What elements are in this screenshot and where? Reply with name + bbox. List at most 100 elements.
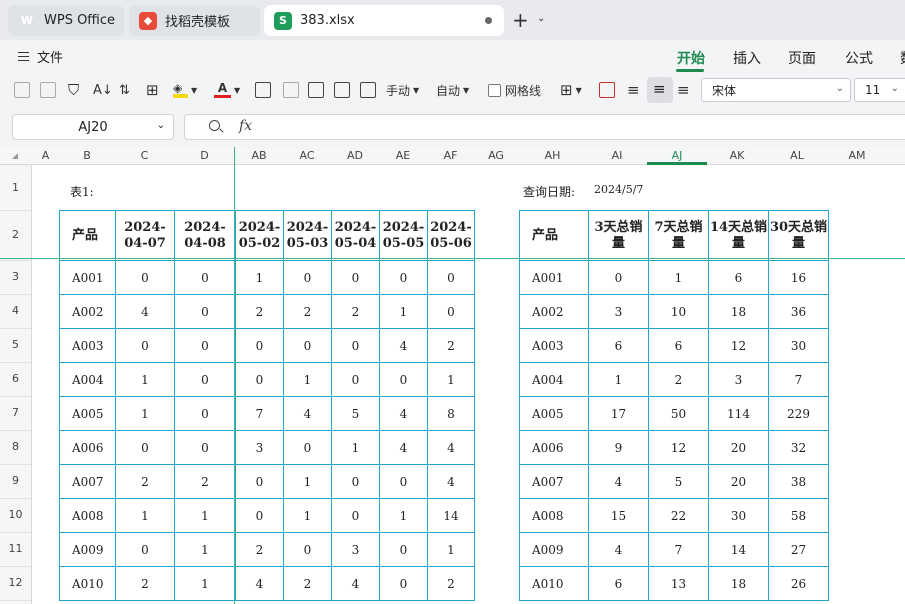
table-cell[interactable]: 0 [379,464,428,499]
header-cell[interactable]: 2024-05-06 [427,210,475,261]
table-cell[interactable]: 0 [115,328,175,363]
table-cell[interactable]: 4 [588,532,649,567]
file-menu-button[interactable]: 文件 [18,47,63,66]
table-cell[interactable]: 20 [708,464,769,499]
tab-spreadsheet-file[interactable]: S 383.xlsx [264,5,504,36]
header-cell[interactable]: 14天总销量 [708,210,769,261]
column-header[interactable]: AC [283,149,331,162]
table-cell[interactable]: 0 [235,498,284,533]
tab-data[interactable]: 数 [900,48,905,68]
row-header[interactable]: 4 [0,304,31,317]
table-cell[interactable]: A007 [59,464,116,499]
table-style-icon[interactable]: ⊞ ▼ [560,80,582,100]
table-cell[interactable]: 30 [708,498,769,533]
table-cell[interactable]: 0 [379,532,428,567]
table-cell[interactable]: A008 [519,498,589,533]
row-header[interactable]: 10 [0,508,31,521]
table-cell[interactable]: 2 [115,464,175,499]
table-cell[interactable]: 0 [115,532,175,567]
row-header[interactable]: 1 [0,181,31,194]
table-cell[interactable]: 229 [768,396,829,431]
table-cell[interactable]: 114 [708,396,769,431]
table-cell[interactable]: 1 [174,532,236,567]
table-cell[interactable]: 16 [768,260,829,295]
table-cell[interactable]: 14 [427,498,475,533]
table-cell[interactable]: A010 [519,566,589,601]
table-cell[interactable]: 4 [427,430,475,465]
table-cell[interactable]: 4 [379,328,428,363]
table-cell[interactable]: 30 [768,328,829,363]
font-size-select[interactable]: 11 ⌄ [854,78,905,102]
table-cell[interactable]: 2 [331,294,380,329]
column-header[interactable]: A [32,149,59,162]
table-cell[interactable]: 0 [331,328,380,363]
table-cell[interactable]: 0 [174,362,236,397]
table-cell[interactable]: 0 [235,328,284,363]
row-header[interactable]: 5 [0,338,31,351]
table-cell[interactable]: 1 [115,498,175,533]
table-cell[interactable]: 0 [174,294,236,329]
table-cell[interactable]: 6 [588,328,649,363]
table-cell[interactable]: 6 [648,328,709,363]
table-cell[interactable]: 1 [427,362,475,397]
table-cell[interactable]: A003 [519,328,589,363]
table-cell[interactable]: 7 [235,396,284,431]
table-cell[interactable]: 17 [588,396,649,431]
table-cell[interactable]: 0 [115,260,175,295]
table-cell[interactable]: 1 [283,362,332,397]
column-header[interactable]: D [174,149,235,162]
paste-values-icon[interactable] [40,80,56,100]
table-cell[interactable]: 7 [768,362,829,397]
auto-dropdown[interactable]: 自动 ▼ [436,80,469,100]
table-cell[interactable]: 0 [331,498,380,533]
table-cell[interactable]: 1 [115,362,175,397]
row-header[interactable]: 9 [0,474,31,487]
table-cell[interactable]: 26 [768,566,829,601]
column-header[interactable]: AI [587,149,647,162]
row-header[interactable]: 2 [0,228,31,241]
table-cell[interactable]: 1 [115,396,175,431]
sort-ascending-icon[interactable]: A↓ [93,80,113,100]
table-cell[interactable]: 6 [708,260,769,295]
header-cell[interactable]: 3天总销量 [588,210,649,261]
column-header[interactable]: AK [707,149,767,162]
row-header[interactable]: 7 [0,406,31,419]
unsaved-dot-icon[interactable] [485,17,492,24]
borders-icon[interactable]: ⊞ [146,80,159,100]
chevron-down-icon[interactable]: ⌄ [537,13,545,24]
table-cell[interactable]: 0 [379,362,428,397]
table-cell[interactable]: 0 [174,328,236,363]
table-cell[interactable]: 0 [115,430,175,465]
sort-descending-icon[interactable]: ⇅ [119,80,130,100]
table-cell[interactable]: 1 [588,362,649,397]
header-cell[interactable]: 2024-04-08 [174,210,236,261]
indent-icon[interactable] [360,80,376,100]
table-cell[interactable]: 1 [174,498,236,533]
tab-daoke-templates[interactable]: ◆ 找稻壳模板 [129,5,260,36]
select-all-corner-icon[interactable] [12,153,18,159]
column-header[interactable]: AL [767,149,827,162]
column-header[interactable]: AM [827,149,887,162]
cell-grid[interactable]: 表1: 查询日期: 2024/5/7 产品 2024-04-07 2024-04-0… [32,165,905,604]
table-cell[interactable]: 6 [588,566,649,601]
format-painter-icon[interactable] [255,80,271,100]
table-cell[interactable]: 4 [115,294,175,329]
table-cell[interactable]: A005 [59,396,116,431]
row-header[interactable]: 3 [0,270,31,283]
table-cell[interactable]: 0 [283,328,332,363]
table-cell[interactable]: 0 [331,464,380,499]
align-left-icon[interactable]: ≡ [627,80,640,100]
row-header[interactable]: 6 [0,372,31,385]
table-cell[interactable]: A004 [59,362,116,397]
table-cell[interactable]: 1 [283,464,332,499]
tab-home[interactable]: 开始 [677,48,705,68]
table-cell[interactable]: 2 [283,566,332,601]
table-cell[interactable]: 4 [283,396,332,431]
table-cell[interactable]: 9 [588,430,649,465]
table-cell[interactable]: 4 [235,566,284,601]
tab-insert[interactable]: 插入 [733,48,761,68]
table-cell[interactable]: 2 [427,328,475,363]
table-cell[interactable]: 0 [235,464,284,499]
column-header[interactable]: AD [331,149,379,162]
table-cell[interactable]: 4 [379,430,428,465]
